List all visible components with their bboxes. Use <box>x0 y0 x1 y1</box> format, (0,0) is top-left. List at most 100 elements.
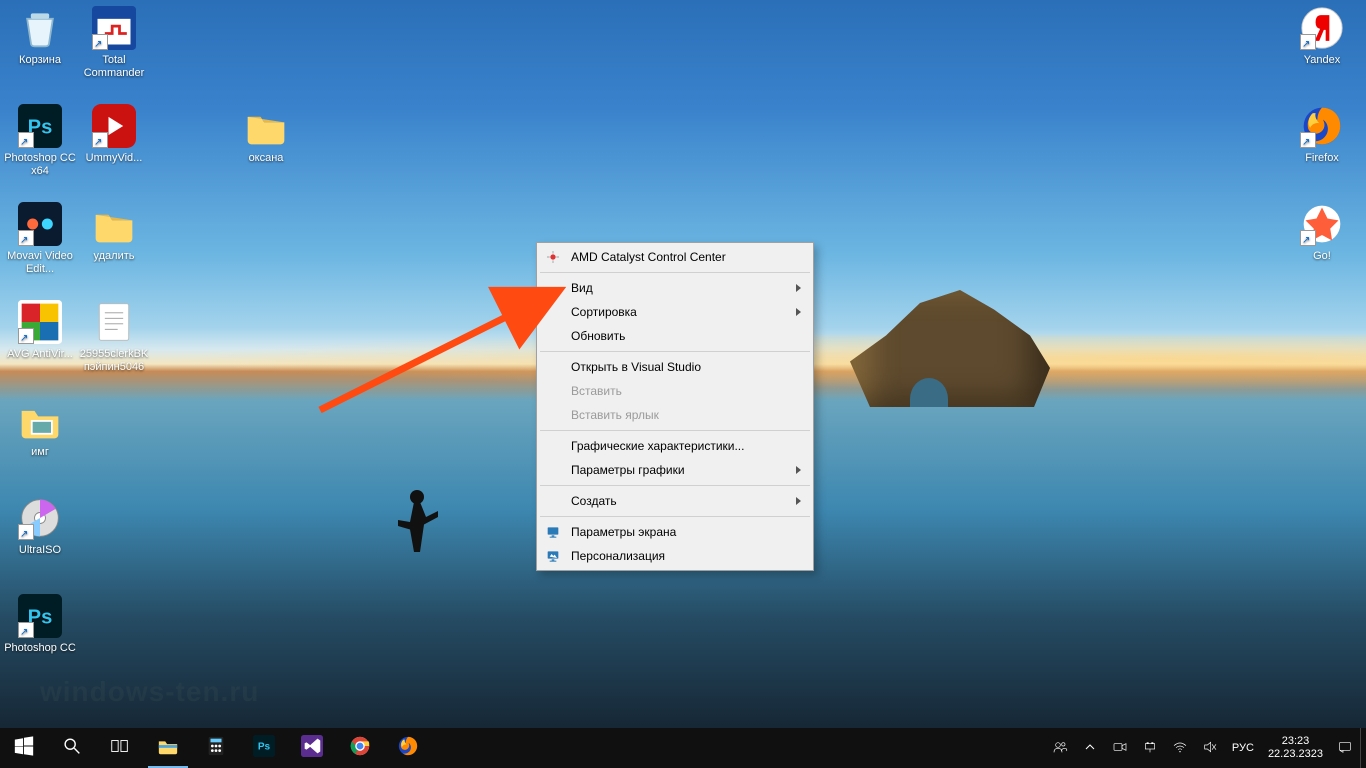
menu-item[interactable]: Создать <box>539 489 811 513</box>
menu-separator <box>540 516 810 517</box>
disc-icon <box>18 496 62 540</box>
desktop-icon[interactable]: Ps Photoshop CC <box>4 594 76 655</box>
desktop-icon-label: 25955clerkBK пэйпин5046 <box>78 348 150 374</box>
desktop-icon-label: удалить <box>78 250 150 263</box>
menu-item-label: Вставить <box>571 384 622 398</box>
desktop-icon-label: UmmyVid... <box>78 152 150 165</box>
show-desktop-button[interactable] <box>1360 728 1366 768</box>
menu-item: Вставить <box>539 379 811 403</box>
desktop-icon-label: Photoshop CC x64 <box>4 152 76 178</box>
tray-clock[interactable]: 23:2322.23.2323 <box>1261 728 1330 768</box>
wifi-icon <box>1172 739 1188 758</box>
desktop-icon-label: AVG AntiVir... <box>4 348 76 361</box>
chevron-right-icon <box>796 284 801 292</box>
desktop-context-menu[interactable]: AMD Catalyst Control Center Вид Сортировка… <box>536 242 814 571</box>
clock-time: 23:23 <box>1282 735 1310 748</box>
tray-people-button[interactable] <box>1045 728 1075 768</box>
desktop[interactable]: windows-ten.ru КорзинаPsPhotoshop CC x64… <box>0 0 1366 728</box>
desktop-icon[interactable]: удалить <box>78 202 150 263</box>
desktop-icon-label: Корзина <box>4 54 76 67</box>
taskbar-photoshop-button[interactable]: Ps <box>240 728 288 768</box>
firefox-icon <box>1300 104 1344 148</box>
menu-item-label: Сортировка <box>571 305 637 319</box>
taskbar-taskview-button[interactable] <box>96 728 144 768</box>
txt-icon <box>92 300 136 344</box>
desktop-icon[interactable]: Movavi Video Edit... <box>4 202 76 276</box>
menu-separator <box>540 272 810 273</box>
taskbar-chrome-button[interactable] <box>336 728 384 768</box>
tray-overflow-button[interactable] <box>1075 728 1105 768</box>
desktop-icon[interactable]: AVG AntiVir... <box>4 300 76 361</box>
menu-item[interactable]: AMD Catalyst Control Center <box>539 245 811 269</box>
yandex-icon <box>1300 6 1344 50</box>
taskbar-start-button[interactable] <box>0 728 48 768</box>
taskbar-visualstudio-button[interactable] <box>288 728 336 768</box>
desktop-icon[interactable]: Firefox <box>1286 104 1358 165</box>
desktop-icon[interactable]: UmmyVid... <box>78 104 150 165</box>
folder-img-icon <box>18 398 62 442</box>
desktop-icon[interactable]: имг <box>4 398 76 459</box>
desktop-icon[interactable]: UltraISO <box>4 496 76 557</box>
tray-video-icon[interactable] <box>1105 728 1135 768</box>
tray-notifications-button[interactable] <box>1330 728 1360 768</box>
desktop-icon[interactable]: оксана <box>230 104 302 165</box>
tray-power-icon[interactable] <box>1135 728 1165 768</box>
desktop-icon[interactable]: Total Commander <box>78 6 150 80</box>
notification-icon <box>1337 739 1353 758</box>
folder-icon <box>92 202 136 246</box>
tray-volume-button[interactable] <box>1195 728 1225 768</box>
menu-item[interactable]: Открыть в Visual Studio <box>539 355 811 379</box>
menu-item[interactable]: Сортировка <box>539 300 811 324</box>
ps-icon: Ps <box>18 104 62 148</box>
power-icon <box>1142 739 1158 758</box>
video-icon <box>1112 739 1128 758</box>
chevron-up-icon <box>1082 739 1098 758</box>
taskbar-explorer-button[interactable] <box>144 728 192 768</box>
explorer-icon <box>157 735 179 762</box>
personalize-icon <box>545 548 561 564</box>
menu-item[interactable]: Вид <box>539 276 811 300</box>
desktop-icon-label: оксана <box>230 152 302 165</box>
tray-wifi-icon[interactable] <box>1165 728 1195 768</box>
vs-icon <box>301 735 323 762</box>
search-icon <box>61 735 83 762</box>
avg-icon <box>18 300 62 344</box>
tc-icon <box>92 6 136 50</box>
amd-icon <box>545 249 561 265</box>
desktop-icon[interactable]: 25955clerkBK пэйпин5046 <box>78 300 150 374</box>
menu-item[interactable]: Параметры экрана <box>539 520 811 544</box>
menu-item[interactable]: Параметры графики <box>539 458 811 482</box>
menu-item-label: Вид <box>571 281 593 295</box>
menu-item-label: Графические характеристики... <box>571 439 744 453</box>
menu-item[interactable]: Графические характеристики... <box>539 434 811 458</box>
desktop-icon[interactable]: Go! <box>1286 202 1358 263</box>
desktop-icon[interactable]: Yandex <box>1286 6 1358 67</box>
menu-item: Вставить ярлык <box>539 403 811 427</box>
taskbar-calculator-button[interactable] <box>192 728 240 768</box>
calc-icon <box>205 735 227 762</box>
svg-text:Ps: Ps <box>28 606 53 628</box>
tray-language-button[interactable]: РУС <box>1225 728 1261 768</box>
ps-icon: Ps <box>253 735 275 762</box>
menu-item-label: Параметры экрана <box>571 525 676 539</box>
menu-item-label: Персонализация <box>571 549 665 563</box>
menu-item-label: Создать <box>571 494 617 508</box>
desktop-icon-label: Yandex <box>1286 54 1358 67</box>
menu-item[interactable]: Персонализация <box>539 544 811 568</box>
desktop-icon[interactable]: Ps Photoshop CC x64 <box>4 104 76 178</box>
winlogo-icon <box>13 735 35 762</box>
menu-separator <box>540 430 810 431</box>
menu-item-label: AMD Catalyst Control Center <box>571 250 726 264</box>
menu-separator <box>540 351 810 352</box>
desktop-icon-label: Photoshop CC <box>4 642 76 655</box>
taskbar-search-button[interactable] <box>48 728 96 768</box>
go-icon <box>1300 202 1344 246</box>
menu-item[interactable]: Обновить <box>539 324 811 348</box>
chevron-right-icon <box>796 497 801 505</box>
svg-text:Ps: Ps <box>258 741 271 752</box>
taskbar: Ps РУС23:2322.23.2323 <box>0 728 1366 768</box>
desktop-icon[interactable]: Корзина <box>4 6 76 67</box>
desktop-icon-label: Firefox <box>1286 152 1358 165</box>
taskbar-firefox-button[interactable] <box>384 728 432 768</box>
chrome-icon <box>349 735 371 762</box>
